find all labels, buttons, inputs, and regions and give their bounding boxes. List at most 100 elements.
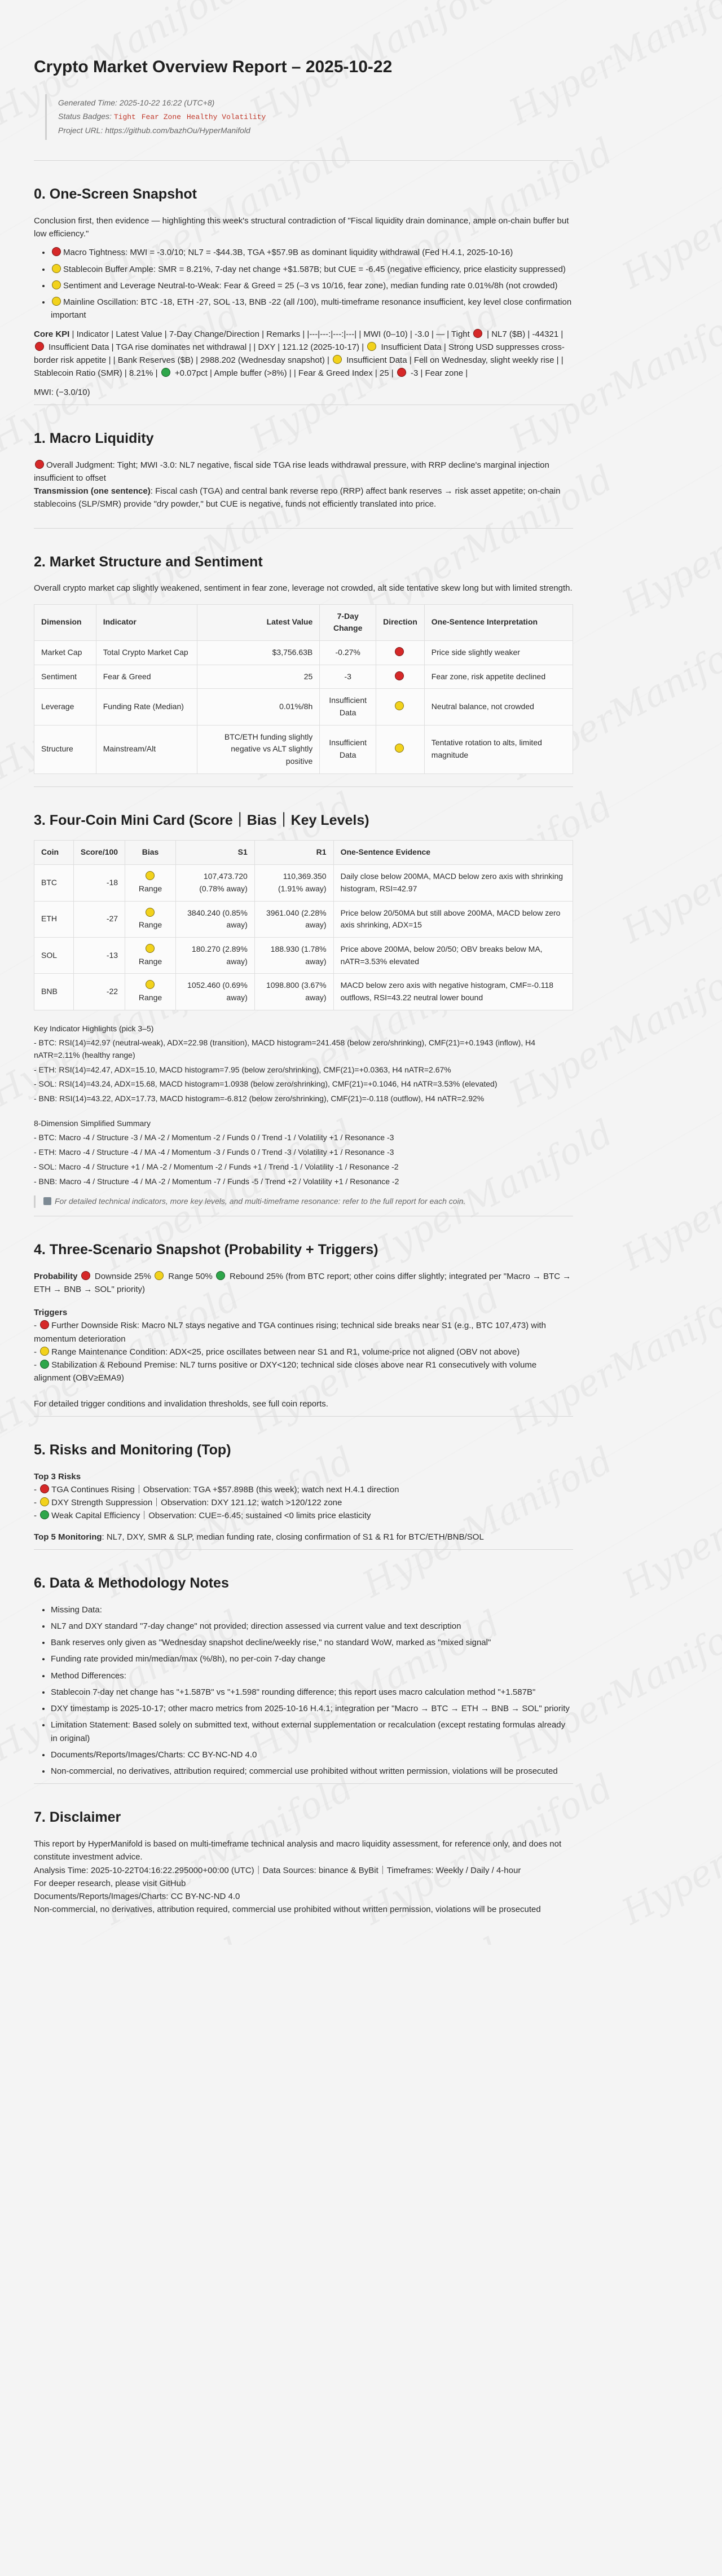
red-circle-icon	[473, 328, 482, 338]
col-s1: S1	[175, 840, 255, 865]
yellow-circle-icon	[52, 297, 61, 306]
cell-latest-value: 0.01%/8h	[196, 688, 320, 726]
badge-healthy-volatility: Healthy Volatility	[186, 113, 266, 122]
core-kpi-paragraph: Core KPI | Indicator | Latest Value | 7-…	[34, 328, 573, 380]
methodology-item: DXY timestamp is 2025-10-17; other macro…	[51, 1702, 573, 1715]
cell-score: -27	[73, 900, 126, 938]
col-indicator: Indicator	[95, 604, 197, 641]
table-row: Structure Mainstream/Alt BTC/ETH funding s…	[34, 724, 574, 774]
cell-indicator: Fear & Greed	[95, 664, 197, 689]
core-kpi-text-4: Insufficient Data | TGA rise dominates n…	[46, 342, 367, 352]
dim-summary-title: 8-Dimension Simplified Summary	[34, 1118, 151, 1128]
trigger-prefix: -	[34, 1321, 39, 1331]
yellow-circle-icon	[52, 280, 61, 289]
report-page: Crypto Market Overview Report – 2025-10-…	[0, 0, 722, 1945]
top-risks-block: Top 3 Risks - TGA Continues Rising｜Obser…	[34, 1470, 573, 1523]
divider	[34, 1416, 573, 1417]
divider	[34, 527, 573, 529]
highlight-eth: - ETH: RSI(14)=42.47, ADX=15.10, MACD hi…	[34, 1065, 451, 1074]
cell-coin: ETH	[34, 900, 74, 938]
bias-label: Range	[138, 883, 162, 893]
transmission-label: Transmission (one sentence)	[34, 486, 151, 496]
monitoring-text: : NL7, DXY, SMR & SLP, median funding ra…	[102, 1532, 484, 1542]
red-circle-icon	[81, 1271, 90, 1280]
bias-label: Range	[138, 920, 162, 930]
cell-interpretation: Fear zone, risk appetite declined	[424, 664, 574, 689]
cell-coin: BTC	[34, 864, 74, 902]
table-row: ETH -27 Range 3840.240 (0.85% away) 3961.040…	[34, 900, 574, 938]
macro-judgment-text: Overall Judgment: Tight; MWI -3.0: NL7 n…	[34, 460, 549, 483]
table-row: SOL -13 Range 180.270 (2.89% away) 188.930 (…	[34, 937, 574, 974]
triggers-block: Triggers - Further Downside Risk: Macro …	[34, 1306, 573, 1385]
section-7-title: 7. Disclaimer	[34, 1809, 121, 1826]
methodology-item: Non-commercial, no derivatives, attribut…	[51, 1765, 573, 1778]
yellow-circle-icon	[367, 341, 377, 351]
cell-latest-value: BTC/ETH funding slightly negative vs ALT…	[196, 724, 320, 774]
red-circle-icon	[40, 1320, 50, 1330]
snapshot-item-text: Mainline Oscillation: BTC -18, ETH -27, …	[51, 297, 572, 320]
github-link[interactable]: For deeper research, please visit GitHub	[34, 1879, 186, 1888]
divider	[34, 786, 573, 787]
risk-text: Weak Capital Efficiency｜Observation: CUE…	[51, 1511, 371, 1521]
col-7day-change: 7-Day Change	[319, 604, 377, 641]
cell-r1: 110,369.350 (1.91% away)	[254, 864, 334, 902]
cell-s1: 1052.460 (0.69% away)	[175, 973, 255, 1010]
risk-prefix: -	[34, 1498, 39, 1508]
section-1-title: 1. Macro Liquidity	[34, 430, 154, 446]
macro-judgment: Overall Judgment: Tight; MWI -3.0: NL7 n…	[34, 459, 573, 511]
status-badges-label: Status Badges:	[58, 112, 112, 121]
cell-bias: Range	[125, 864, 176, 902]
cell-latest-value: $3,756.63B	[196, 640, 320, 665]
disclaimer-line-1: This report by HyperManifold is based on…	[34, 1839, 562, 1862]
col-score: Score/100	[73, 840, 126, 865]
probability-line: Probability Downside 25% Range 50% Rebou…	[34, 1270, 573, 1296]
yellow-circle-icon	[395, 701, 404, 711]
red-circle-icon	[397, 368, 406, 377]
risk-text: DXY Strength Suppression｜Observation: DX…	[51, 1498, 342, 1508]
table-row: Sentiment Fear & Greed 25 -3 Fear zone, risk…	[34, 664, 574, 689]
triggers-footer: For detailed trigger conditions and inva…	[34, 1399, 328, 1409]
cell-evidence: Price below 20/50MA but still above 200M…	[333, 900, 574, 938]
highlight-btc: - BTC: RSI(14)=42.97 (neutral-weak), ADX…	[34, 1038, 535, 1060]
bias-label: Range	[138, 956, 162, 966]
cell-bias: Range	[125, 973, 176, 1010]
yellow-circle-icon	[155, 1271, 164, 1280]
section-0-title: 0. One-Screen Snapshot	[34, 186, 197, 203]
green-circle-icon	[40, 1360, 50, 1369]
yellow-circle-icon	[40, 1346, 50, 1356]
cell-direction	[376, 688, 425, 726]
red-circle-icon	[395, 647, 404, 656]
methodology-item: Stablecoin 7-day net change has "+1.587B…	[51, 1686, 573, 1699]
disclaimer-block: This report by HyperManifold is based on…	[34, 1838, 573, 1916]
full-report-note-text: For detailed technical indicators, more …	[55, 1197, 466, 1206]
col-dimension: Dimension	[34, 604, 96, 641]
risk-prefix: -	[34, 1511, 39, 1521]
yellow-circle-icon	[145, 907, 155, 917]
status-badges: Status Badges: Tight Fear Zone Healthy V…	[58, 111, 573, 123]
project-url[interactable]: Project URL: https://github.com/bazhOu/H…	[58, 125, 573, 137]
cell-coin: BNB	[34, 973, 74, 1010]
report-title: Crypto Market Overview Report – 2025-10-…	[34, 58, 393, 76]
core-kpi-text-10: +0.07pct | Ample buffer (>8%) | | Fear &…	[172, 368, 396, 379]
badge-fear-zone: Fear Zone	[141, 113, 181, 122]
col-bias: Bias	[125, 840, 176, 865]
snapshot-item: Stablecoin Buffer Ample: SMR = 8.21%, 7-…	[51, 263, 573, 276]
cell-7day-change: -0.27%	[319, 640, 377, 665]
red-circle-icon	[40, 1484, 50, 1493]
cell-latest-value: 25	[196, 664, 320, 689]
cell-r1: 188.930 (1.78% away)	[254, 937, 334, 974]
key-indicator-highlights: Key Indicator Highlights (pick 3–5) - BT…	[34, 1023, 573, 1105]
snapshot-item-text: Macro Tightness: MWI = -3.0/10; NL7 = -$…	[63, 248, 513, 258]
cell-dimension: Leverage	[34, 688, 96, 726]
yellow-circle-icon	[40, 1497, 50, 1507]
snapshot-item: Sentiment and Leverage Neutral-to-Weak: …	[51, 279, 573, 292]
red-circle-icon	[395, 671, 404, 680]
snapshot-item-text: Stablecoin Buffer Ample: SMR = 8.21%, 7-…	[63, 264, 566, 274]
table-row: Market Cap Total Crypto Market Cap $3,756.…	[34, 640, 574, 665]
methodology-item: Limitation Statement: Based solely on su…	[51, 1718, 573, 1745]
cell-7day-change: Insufficient Data	[319, 688, 377, 726]
cell-7day-change: -3	[319, 664, 377, 689]
col-latest-value: Latest Value	[196, 604, 320, 641]
yellow-circle-icon	[145, 980, 155, 990]
cell-r1: 1098.800 (3.67% away)	[254, 973, 334, 1010]
